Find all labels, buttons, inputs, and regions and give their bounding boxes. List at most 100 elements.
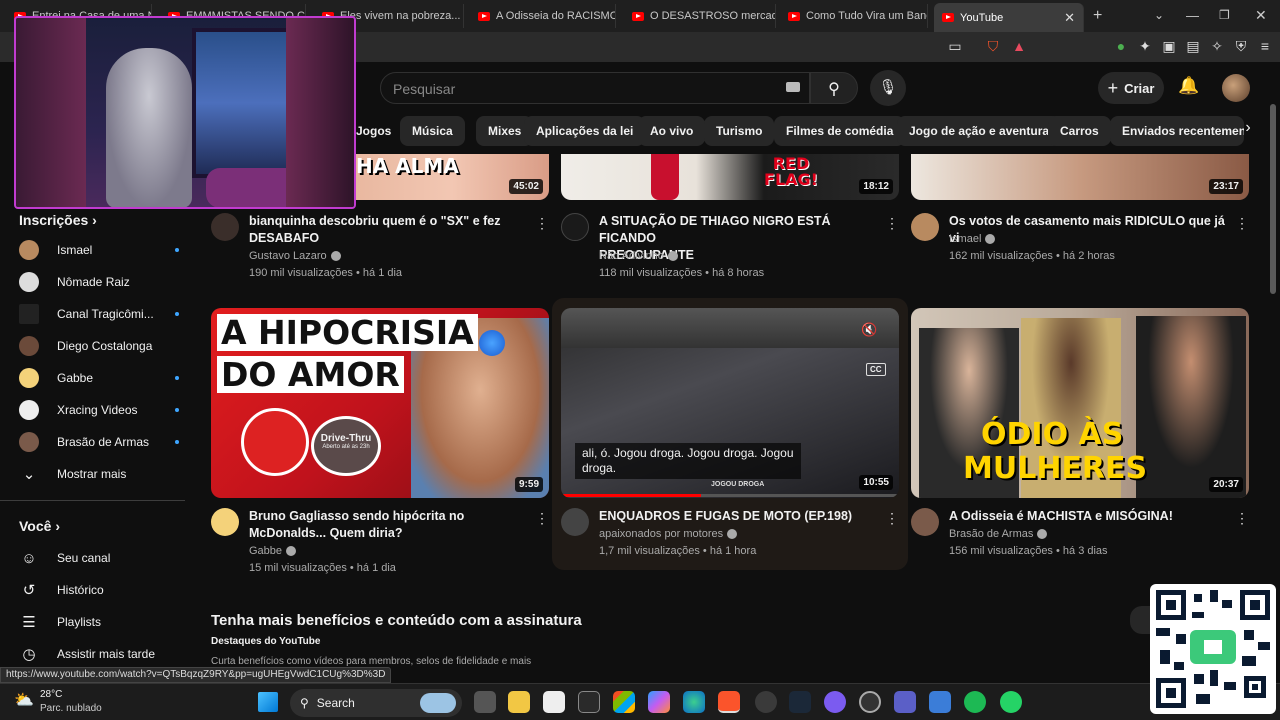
weather-partly-cloudy-icon[interactable]: ⛅ bbox=[14, 690, 34, 710]
more-options-icon[interactable]: ⋮ bbox=[1235, 215, 1249, 232]
search-input[interactable]: Pesquisar bbox=[380, 72, 810, 104]
keyboard-icon[interactable] bbox=[786, 82, 800, 92]
restore-icon[interactable]: ❐ bbox=[1219, 8, 1230, 22]
more-options-icon[interactable]: ⋮ bbox=[885, 215, 899, 232]
channel-name-row[interactable]: Gustavo Lazaro bbox=[249, 248, 341, 265]
microsoft-store-icon[interactable] bbox=[613, 691, 635, 713]
video-title[interactable]: A Odisseia é MACHISTA e MISÓGINA! bbox=[949, 508, 1229, 525]
progress-track[interactable] bbox=[561, 494, 899, 497]
brave-shield-icon[interactable]: ⛉ bbox=[984, 38, 1002, 55]
account-avatar[interactable] bbox=[1222, 74, 1250, 102]
video-title[interactable]: bianquinha descobriu quem é o "SX" e fez… bbox=[249, 213, 529, 247]
chip[interactable]: Carros bbox=[1048, 116, 1111, 146]
app-icon[interactable] bbox=[824, 691, 846, 713]
app-icon[interactable] bbox=[755, 691, 777, 713]
chip[interactable]: Jogos bbox=[356, 116, 403, 146]
file-explorer-icon[interactable] bbox=[508, 691, 530, 713]
minimize-icon[interactable]: — bbox=[1186, 8, 1199, 23]
whatsapp-icon[interactable] bbox=[1000, 691, 1022, 713]
channel-name-row[interactable]: Brasão de Armas bbox=[949, 526, 1048, 543]
closed-captions-icon[interactable]: CC bbox=[866, 363, 886, 376]
show-more-button[interactable]: ⌄ Mostrar mais bbox=[19, 460, 179, 488]
menu-icon[interactable]: ≡ bbox=[1256, 38, 1274, 54]
chevron-right-icon[interactable]: › bbox=[1236, 119, 1260, 143]
browser-tab-active[interactable]: YouTube ✕ bbox=[934, 3, 1084, 32]
chip[interactable]: Enviados recentemente bbox=[1110, 116, 1244, 146]
channel-name-row[interactable]: Não Adivinho bbox=[599, 248, 678, 265]
channel-name-row[interactable]: Ismael bbox=[949, 231, 996, 248]
channel-avatar[interactable] bbox=[911, 508, 939, 536]
sidebar-item-history[interactable]: ↺ Histórico bbox=[19, 576, 179, 604]
more-options-icon[interactable]: ⋮ bbox=[885, 510, 899, 527]
close-window-icon[interactable]: ✕ bbox=[1255, 7, 1267, 24]
channel-avatar[interactable] bbox=[911, 213, 939, 241]
brave-icon[interactable] bbox=[718, 691, 740, 713]
browser-tab[interactable]: A Odisseia do RACISMO! - bbox=[470, 4, 616, 28]
sidebar-subscription-item[interactable]: Diego Costalonga bbox=[19, 332, 179, 360]
teams-icon[interactable] bbox=[894, 691, 916, 713]
video-thumbnail[interactable]: 23:17 bbox=[911, 154, 1249, 200]
you-header[interactable]: Você › bbox=[19, 518, 60, 534]
cast-icon[interactable]: ▭ bbox=[946, 38, 964, 55]
channel-name-row[interactable]: apaixonados por motores bbox=[599, 526, 738, 543]
weather-description[interactable]: Parc. nublado bbox=[40, 703, 102, 714]
voice-search-button[interactable]: 🎙 bbox=[870, 70, 906, 106]
chip[interactable]: Música bbox=[400, 116, 465, 146]
app-icon[interactable] bbox=[929, 691, 951, 713]
channel-avatar[interactable] bbox=[211, 213, 239, 241]
leo-ai-icon[interactable]: ✧ bbox=[1208, 38, 1226, 55]
chip[interactable]: Filmes de comédia bbox=[774, 116, 906, 146]
sidebar-subscription-item[interactable]: Canal Tragicômi... bbox=[19, 300, 179, 328]
browser-tab[interactable]: O DESASTROSO mercado c bbox=[624, 4, 776, 28]
extension-status-icon[interactable]: ● bbox=[1112, 38, 1130, 54]
video-preview-player[interactable]: 🔇 CC ali, ó. Jogou droga. Jogou droga. J… bbox=[561, 308, 899, 498]
tab-search-chevron-icon[interactable]: ⌄ bbox=[1154, 8, 1164, 22]
chip[interactable]: Jogo de ação e aventura bbox=[897, 116, 1062, 146]
taskbar-search-box[interactable]: ⚲ Search bbox=[290, 689, 462, 717]
sidebar-item-your-channel[interactable]: ☺ Seu canal bbox=[19, 544, 179, 572]
video-thumbnail[interactable]: ÓDIO ÀS MULHERES 20:37 bbox=[911, 308, 1249, 498]
brave-rewards-icon[interactable]: ▲ bbox=[1010, 38, 1028, 54]
channel-name-row[interactable]: Gabbe bbox=[249, 543, 297, 560]
edge-icon[interactable] bbox=[683, 691, 705, 713]
chip[interactable]: Aplicações da lei bbox=[524, 116, 646, 146]
sidebar-toggle-icon[interactable]: ▣ bbox=[1160, 38, 1178, 55]
subscriptions-header[interactable]: Inscrições › bbox=[19, 212, 97, 228]
windows-start-icon[interactable] bbox=[258, 692, 278, 712]
spotify-icon[interactable] bbox=[964, 691, 986, 713]
notifications-bell-icon[interactable]: 🔔 bbox=[1178, 76, 1199, 96]
chip[interactable]: Turismo bbox=[704, 116, 775, 146]
channel-avatar[interactable] bbox=[211, 508, 239, 536]
search-button[interactable]: ⚲ bbox=[810, 72, 858, 104]
app-icon[interactable] bbox=[859, 691, 881, 713]
extensions-icon[interactable]: ✦ bbox=[1136, 38, 1154, 55]
sidebar-item-playlists[interactable]: ☰ Playlists bbox=[19, 608, 179, 636]
channel-avatar[interactable] bbox=[561, 508, 589, 536]
more-options-icon[interactable]: ⋮ bbox=[1235, 510, 1249, 527]
browser-tab[interactable]: Como Tudo Vira um Banco bbox=[780, 4, 928, 28]
video-thumbnail[interactable]: HA ALMA 45:02 bbox=[356, 154, 549, 200]
scrollbar[interactable] bbox=[1270, 104, 1276, 294]
more-options-icon[interactable]: ⋮ bbox=[535, 215, 549, 232]
mute-icon[interactable]: 🔇 bbox=[861, 322, 877, 338]
video-thumbnail[interactable]: RED FLAG! 18:12 bbox=[561, 154, 899, 200]
channel-avatar[interactable] bbox=[561, 213, 589, 241]
wallet-icon[interactable]: ▤ bbox=[1184, 38, 1202, 55]
steam-icon[interactable] bbox=[789, 691, 811, 713]
weather-temperature[interactable]: 28°C bbox=[40, 689, 62, 700]
create-button[interactable]: + Criar bbox=[1098, 72, 1164, 104]
video-thumbnail[interactable]: A HIPOCRISIA DO AMOR Drive-Thru Aberto a… bbox=[211, 308, 549, 498]
more-options-icon[interactable]: ⋮ bbox=[535, 510, 549, 527]
vpn-icon[interactable]: ⛨ bbox=[1232, 38, 1250, 55]
task-view-icon[interactable] bbox=[474, 691, 496, 713]
sidebar-subscription-item[interactable]: Brasão de Armas bbox=[19, 428, 179, 456]
video-title[interactable]: ENQUADROS E FUGAS DE MOTO (EP.198) bbox=[599, 508, 879, 525]
new-tab-button[interactable]: + bbox=[1093, 7, 1102, 25]
copilot-icon[interactable] bbox=[648, 691, 670, 713]
sidebar-subscription-item[interactable]: Xracing Videos bbox=[19, 396, 179, 424]
sidebar-subscription-item[interactable]: Ismael bbox=[19, 236, 179, 264]
sidebar-subscription-item[interactable]: Nômade Raiz bbox=[19, 268, 179, 296]
chip[interactable]: Ao vivo bbox=[638, 116, 706, 146]
video-title[interactable]: Bruno Gagliasso sendo hipócrita no McDona… bbox=[249, 508, 529, 542]
sidebar-item-watch-later[interactable]: ◷ Assistir mais tarde bbox=[19, 640, 179, 668]
